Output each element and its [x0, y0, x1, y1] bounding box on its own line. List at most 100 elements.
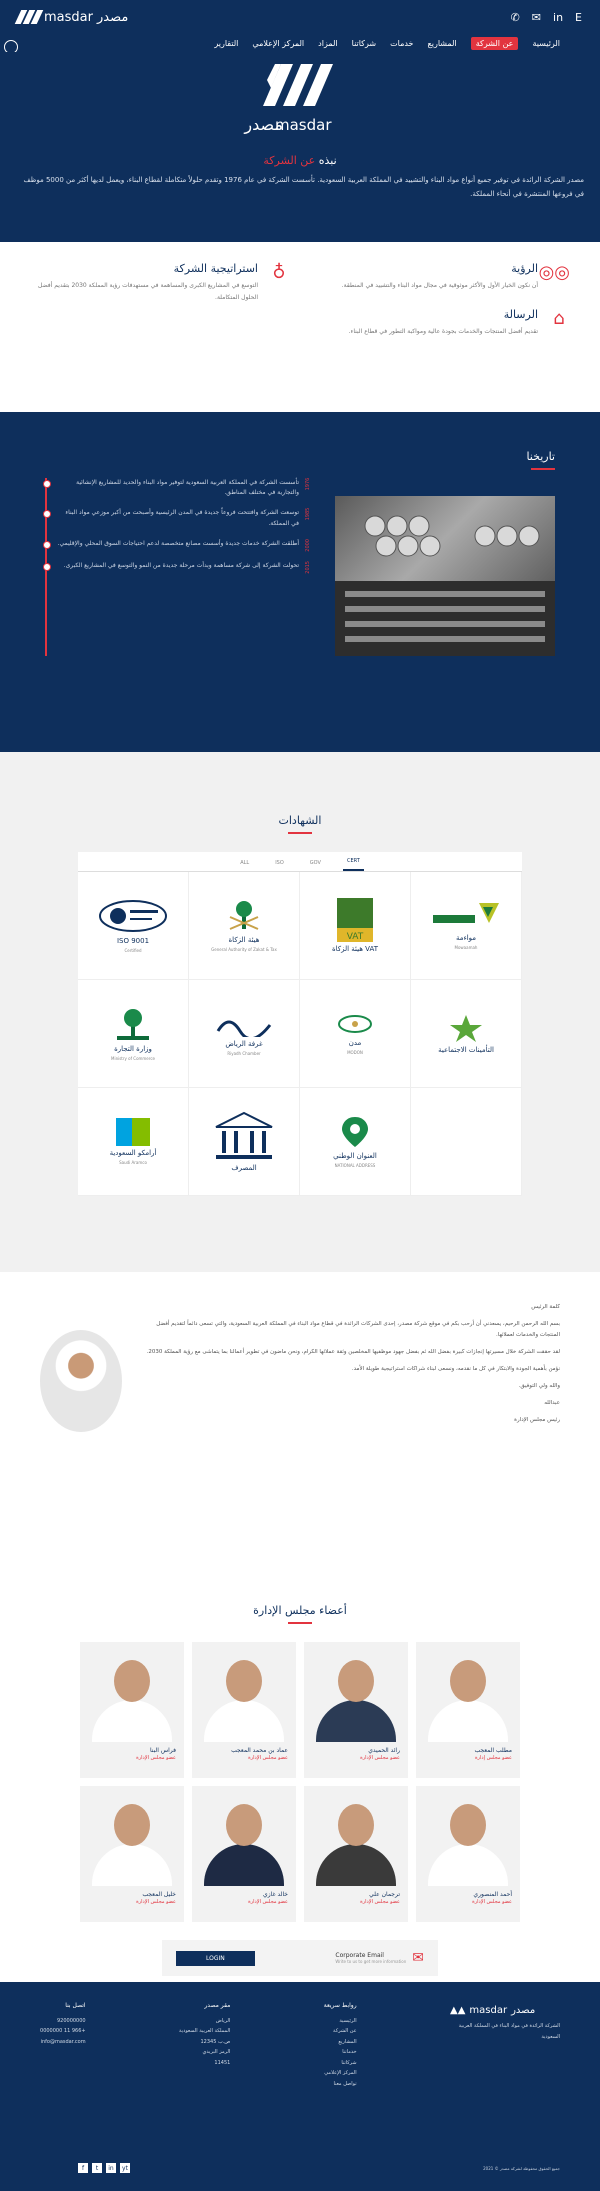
board-member-card[interactable]: خالد غازي عضو مجلس الإدارة — [192, 1786, 296, 1922]
nav-media[interactable]: المركز الإعلامي — [252, 39, 304, 48]
ceo-greeting: كلمة الرئيس — [531, 1304, 560, 1310]
footer-link[interactable]: تواصل معنا — [324, 2079, 356, 2090]
timeline-item: 1976 تأسست الشركة في المملكة العربية الس… — [43, 478, 317, 498]
member-head — [450, 1804, 486, 1846]
header-logo[interactable]: masdar مصدر — [14, 9, 128, 25]
nav-services[interactable]: خدمات — [390, 39, 413, 48]
location-pin-icon — [342, 1117, 368, 1147]
member-photo — [192, 1642, 296, 1742]
board-member-card[interactable]: مطلب المعجب عضو مجلس إدارة — [416, 1642, 520, 1778]
member-name: مطلب المعجب — [474, 1747, 512, 1754]
quick-links-title: روابط سريعة — [323, 2002, 357, 2009]
member-body — [92, 1844, 172, 1886]
vat-icon: VAT — [337, 898, 373, 942]
linkedin-icon[interactable]: in — [106, 2163, 116, 2173]
hanger-icon: ⌂ — [553, 308, 565, 329]
contact-phone[interactable]: +966 11 0000000 — [40, 2026, 86, 2037]
strategy-text: التوسع في المشاريع الكبرى والمساهمة في م… — [38, 282, 258, 301]
footer-link[interactable]: خدماتنا — [324, 2047, 356, 2058]
mail-icon[interactable]: ✉ — [532, 11, 541, 24]
language-toggle[interactable]: E — [575, 11, 582, 24]
ceo-message-section: كلمة الرئيس بسم الله الرحمن الرحيم، يسعد… — [0, 1272, 600, 1592]
board-member-card[interactable]: خليل المعجب عضو مجلس الإدارة — [80, 1786, 184, 1922]
member-body — [428, 1844, 508, 1886]
nav-reports[interactable]: التقارير — [214, 39, 238, 48]
history-section: تاريخنا 1976 تأسست الشركة في المملكة الع… — [0, 412, 600, 752]
timeline-text: تأسست الشركة في المملكة العربية السعودية… — [76, 479, 299, 497]
nav-home[interactable]: الرئيسية — [532, 39, 560, 48]
vision-section: ◎◎ الرؤية أن نكون الخيار الأول والأكثر م… — [0, 242, 600, 412]
about-description: مصدر الشركة الرائدة في توفير جميع أنواع … — [23, 176, 584, 198]
cert-label: هيئة الزكاة VAT — [331, 945, 379, 953]
member-role: عضو مجلس الإدارة — [472, 1899, 512, 1905]
cert-iso[interactable]: ISO 9001 Certified — [78, 872, 189, 980]
copyright: جميع الحقوق محفوظة لشركة مصدر © 2021 — [483, 2166, 560, 2171]
cert-bank[interactable]: المصرف — [189, 1088, 300, 1196]
linkedin-icon[interactable]: in — [553, 11, 563, 24]
address-line: المملكة العربية السعودية — [179, 2028, 231, 2035]
facebook-icon[interactable]: f — [78, 2163, 88, 2173]
cert-modon[interactable]: مدن MODON — [300, 980, 411, 1088]
member-photo — [416, 1786, 520, 1886]
timeline-text: توسعت الشركة وافتتحت فروعاً جديدة في الم… — [65, 509, 299, 527]
cert-national-address[interactable]: العنوان الوطني NATIONAL ADDRESS — [300, 1088, 411, 1196]
member-photo — [304, 1786, 408, 1886]
contact-title: اتصل بنا — [65, 2002, 86, 2009]
svg-text:VAT: VAT — [347, 932, 364, 942]
phone-icon[interactable]: ✆ — [511, 11, 520, 24]
timeline-year: 2015 — [305, 561, 311, 575]
cert-vat[interactable]: VAT هيئة الزكاة VAT — [300, 872, 411, 980]
masdar-logo-icon: ▲▲ — [450, 2005, 466, 2016]
cert-sub: Ministry of Commerce — [111, 1056, 155, 1061]
cert-sub: Mowaamah — [454, 945, 478, 950]
about-title-highlight: عن الشركة — [263, 154, 316, 167]
board-member-card[interactable]: فراس البنا عضو مجلس الإدارة — [80, 1642, 184, 1778]
footer-link[interactable]: عن الشركة — [324, 2026, 357, 2037]
footer-link[interactable]: الرئيسية — [324, 2016, 356, 2027]
certificates-box: ALL ISO GOV CERT ISO 9001 Certified هيئة… — [78, 852, 522, 1196]
cert-chamber[interactable]: غرفة الرياض Riyadh Chamber — [189, 980, 300, 1088]
nav-auction[interactable]: المزاد — [318, 39, 337, 48]
board-member-card[interactable]: ترجمان علي عضو مجلس الإدارة — [304, 1786, 408, 1922]
history-timeline: 1976 تأسست الشركة في المملكة العربية الس… — [43, 478, 317, 656]
logo-text: masdar — [44, 9, 93, 25]
title-underline — [288, 1622, 312, 1624]
cert-label: أرامكو السعودية — [109, 1149, 157, 1157]
cert-label: التأمينات الاجتماعية — [438, 1046, 494, 1054]
board-member-card[interactable]: عماد بن محمد المعجب عضو مجلس الإدارة — [192, 1642, 296, 1778]
tab-iso[interactable]: ISO — [271, 860, 288, 871]
footer-address: مقر مصدر الرياض المملكة العربية السعودية… — [179, 2000, 230, 2089]
board-member-card[interactable]: رائد الحميدي عضو مجلس الإدارة — [304, 1642, 408, 1778]
certificates-grid: ISO 9001 Certified هيئة الزكاة General A… — [78, 872, 522, 1196]
login-button[interactable]: LOGIN — [176, 1950, 255, 1966]
footer-link[interactable]: المشاريع — [324, 2037, 356, 2048]
tab-cert[interactable]: CERT — [342, 858, 364, 871]
cert-zakat[interactable]: هيئة الزكاة General Authority of Zakat &… — [189, 872, 300, 980]
top-bar: masdar مصدر ✆ ✉ in E — [0, 0, 600, 34]
member-role: عضو مجلس الإدارة — [248, 1755, 288, 1761]
cert-mowaamah[interactable]: مواءمة Mowaamah — [411, 872, 522, 980]
cert-commerce[interactable]: وزارة التجارة Ministry of Commerce — [78, 980, 189, 1088]
member-head — [450, 1660, 486, 1702]
cert-aramco[interactable]: أرامكو السعودية Saudi Aramco — [78, 1088, 189, 1196]
member-body — [204, 1700, 284, 1742]
certificates-tabs: ALL ISO GOV CERT — [78, 852, 522, 872]
tab-gov[interactable]: GOV — [306, 860, 325, 871]
contact-phone[interactable]: 920000000 — [40, 2016, 86, 2027]
board-member-card[interactable]: أحمد المنصوري عضو مجلس الإدارة — [416, 1786, 520, 1922]
nav-about[interactable]: عن الشركة — [470, 36, 519, 50]
cert-gosi[interactable]: التأمينات الاجتماعية — [411, 980, 522, 1088]
nav-companies[interactable]: شركاتنا — [352, 39, 376, 48]
nav-projects[interactable]: المشاريع — [428, 39, 457, 48]
tab-all[interactable]: ALL — [236, 860, 253, 871]
youtube-icon[interactable]: yt — [120, 2163, 130, 2173]
footer-logo[interactable]: ▲▲ masdar مصدر — [450, 2000, 560, 2021]
footer-link[interactable]: المركز الإعلامي — [324, 2068, 356, 2079]
twitter-icon[interactable]: t — [92, 2163, 102, 2173]
strategy-title: استراتيجية الشركة — [173, 262, 258, 275]
footer-contact: اتصل بنا 920000000 +966 11 0000000 info@… — [40, 2000, 86, 2089]
masdar-logo-icon — [14, 10, 44, 24]
gosi-icon — [450, 1015, 482, 1042]
contact-email[interactable]: info@masdar.com — [40, 2037, 86, 2048]
footer-link[interactable]: شركاتنا — [324, 2058, 356, 2069]
